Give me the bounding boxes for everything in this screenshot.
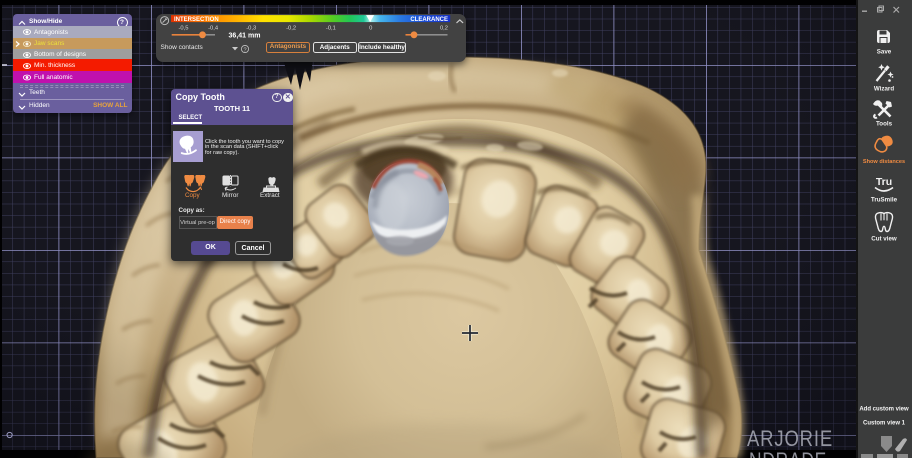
svg-text:-0,3: -0,3	[246, 25, 256, 31]
svg-text:Tru: Tru	[876, 176, 892, 188]
svg-text:INTERSECTION: INTERSECTION	[174, 17, 219, 23]
svg-text:Wizard: Wizard	[874, 86, 894, 93]
svg-text:-0,2: -0,2	[286, 25, 296, 31]
svg-text:36,41 mm: 36,41 mm	[228, 32, 260, 39]
svg-text:Cut view: Cut view	[871, 236, 897, 243]
svg-text:-0,4: -0,4	[208, 25, 219, 31]
svg-text:Custom view 1: Custom view 1	[863, 421, 906, 427]
svg-text:0,2: 0,2	[439, 25, 447, 31]
svg-text:Tools: Tools	[876, 121, 893, 128]
svg-text:CLEARANCE: CLEARANCE	[410, 17, 448, 23]
svg-text:NDRADE: NDRADE	[749, 448, 827, 458]
svg-text:-0,5: -0,5	[178, 25, 188, 31]
svg-text:Save: Save	[877, 49, 892, 56]
svg-text:TruSmile: TruSmile	[871, 197, 898, 204]
svg-text:Show distances: Show distances	[863, 159, 905, 165]
svg-text:0: 0	[369, 25, 372, 31]
svg-text:Add custom view: Add custom view	[859, 407, 909, 413]
svg-text:-0,1: -0,1	[325, 25, 335, 31]
